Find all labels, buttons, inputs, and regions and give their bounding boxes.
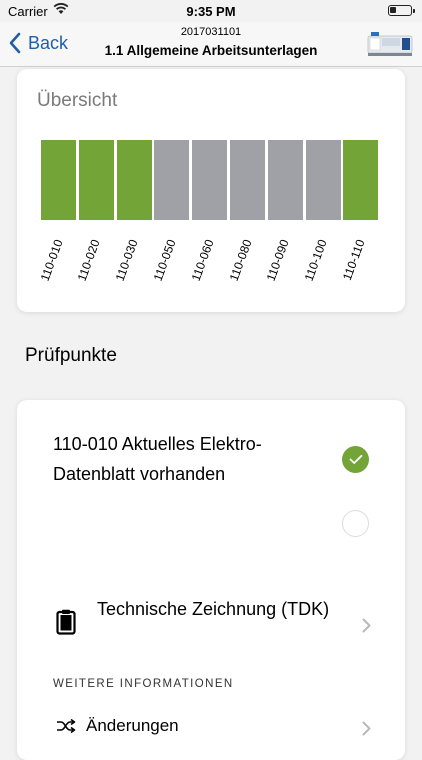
- battery-icon: [388, 5, 415, 16]
- overview-bar-label: 110-080: [226, 237, 255, 283]
- checkpoint-text: 110-010 Aktuelles Elektro-Datenblatt vor…: [53, 434, 262, 484]
- checkpoint-card: 110-010 Aktuelles Elektro-Datenblatt vor…: [17, 400, 405, 760]
- clipboard-icon: [56, 609, 76, 635]
- overview-bar-110-030: [116, 140, 152, 220]
- overview-bar-110-090: [267, 140, 303, 220]
- overview-bar-label: 110-020: [74, 237, 103, 283]
- overview-bar-110-010: [41, 140, 76, 220]
- document-label: Technische Zeichnung (TDK): [97, 599, 330, 619]
- info-header: WEITERE INFORMATIONEN: [53, 678, 234, 690]
- check-yes-button[interactable]: [342, 446, 369, 473]
- chevron-right-icon: [362, 721, 371, 736]
- changes-row[interactable]: Änderungen: [17, 710, 405, 746]
- overview-bar-110-060: [192, 140, 228, 220]
- page-title: 1.1 Allgemeine Arbeitsunterlagen: [104, 43, 318, 58]
- document-row[interactable]: Technische Zeichnung (TDK): [17, 590, 405, 660]
- overview-bar-110-080: [230, 140, 265, 220]
- overview-bar-110-050: [154, 140, 190, 220]
- check-no-button[interactable]: [342, 510, 369, 537]
- overview-bar-label: 110-050: [150, 237, 179, 283]
- status-bar: Carrier 9:35 PM: [0, 0, 422, 22]
- overview-bar-110-110: [343, 140, 379, 220]
- overview-bar-110-100: [305, 140, 341, 220]
- shuffle-icon: [57, 718, 76, 734]
- navigation-bar: Back 2017031101 1.1 Allgemeine Arbeitsun…: [0, 22, 422, 67]
- overview-bar-label: 110-100: [301, 237, 330, 283]
- overview-bar-label: 110-010: [37, 237, 66, 283]
- overview-bar-label: 110-090: [263, 237, 292, 283]
- section-title: Prüfpunkte: [25, 345, 117, 366]
- overview-card: Übersicht 110-010 110-020 110-030 110-050 11…: [17, 69, 405, 312]
- overview-bar-label: 110-060: [188, 237, 217, 283]
- chevron-right-icon: [362, 618, 371, 633]
- clock: 9:35 PM: [186, 4, 236, 19]
- overview-bar-label: 110-110: [339, 237, 368, 283]
- overview-title: Übersicht: [37, 90, 118, 111]
- machine-thumbnail-icon: [367, 32, 413, 56]
- nav-subtitle: 2017031101: [180, 26, 242, 38]
- overview-bar-label: 110-030: [112, 237, 141, 283]
- checkmark-icon: [349, 454, 362, 464]
- overview-bar-110-020: [78, 140, 114, 220]
- changes-label: Änderungen: [86, 716, 179, 735]
